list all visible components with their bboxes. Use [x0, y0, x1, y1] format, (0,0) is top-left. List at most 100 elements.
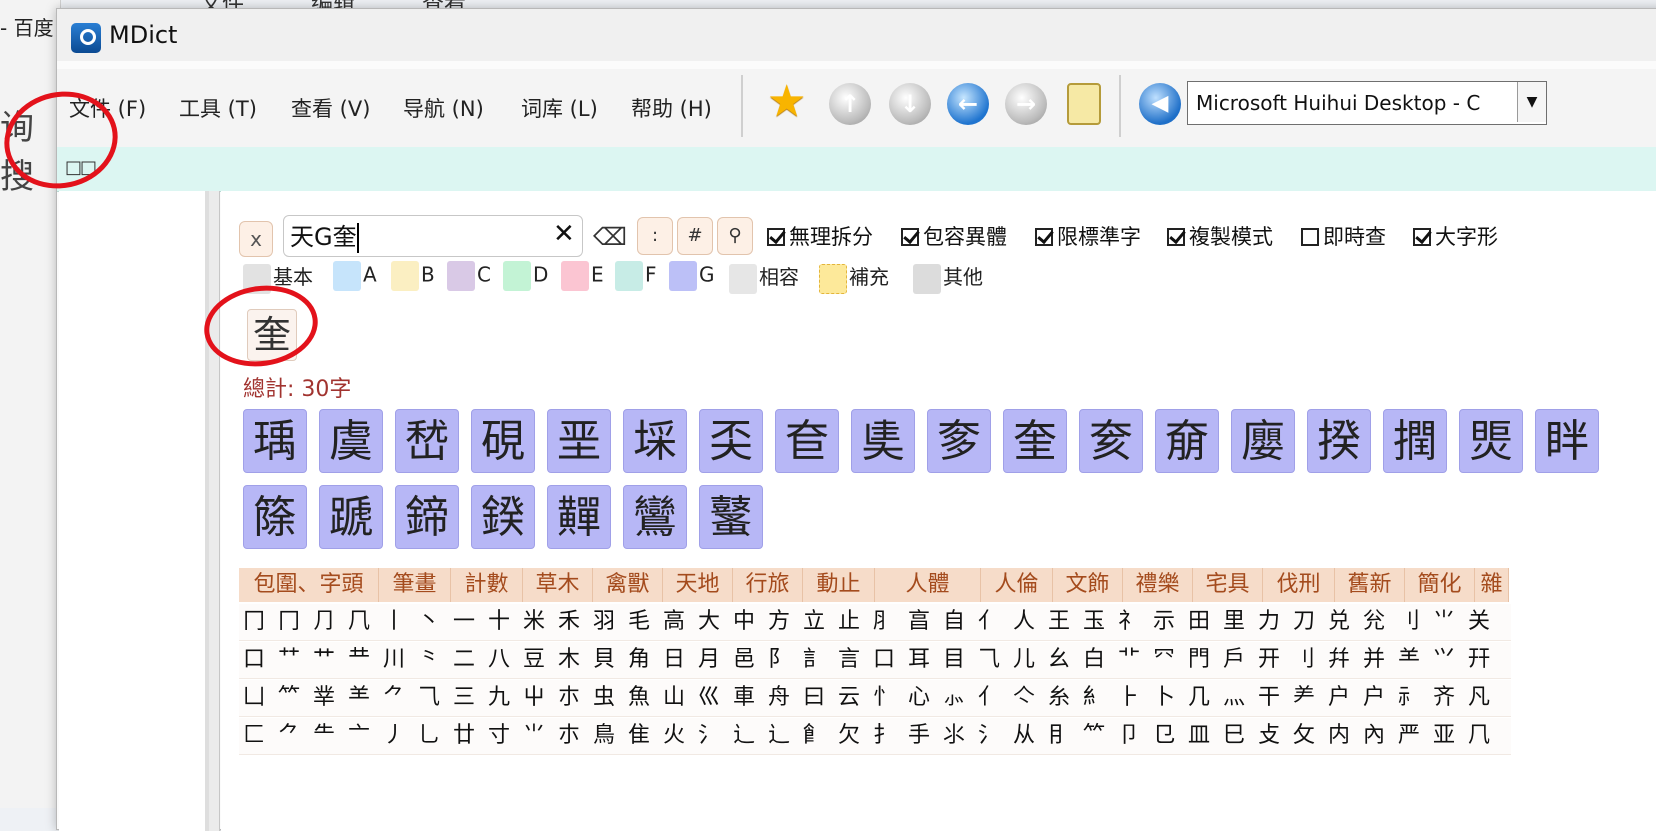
result-char-tile[interactable]: 奊	[851, 409, 915, 473]
checkbox-icon[interactable]	[1035, 228, 1053, 246]
radical-category-tab[interactable]: 人體	[875, 568, 981, 602]
radical-row[interactable]: 口⺿艹龷川⺀二八豆木貝角日月邑阝訁言口耳目⺄儿幺白⻀⺳門戶开刂幷并⺷⺍幵	[243, 642, 1503, 678]
result-char-tile[interactable]: 奓	[927, 409, 991, 473]
result-char-tile[interactable]: 埰	[623, 409, 687, 473]
menu-tools[interactable]: 工具 (T)	[179, 93, 257, 123]
result-char-tile[interactable]: 奀	[699, 409, 763, 473]
panel-splitter[interactable]	[209, 191, 220, 831]
option-instant-search[interactable]: 即時查	[1301, 221, 1386, 251]
radical-category-tab[interactable]: 文飾	[1053, 568, 1123, 602]
result-char-tile[interactable]: 揆	[1307, 409, 1371, 473]
result-char-tile[interactable]: 奎	[1003, 409, 1067, 473]
title-bar[interactable]: MDict	[57, 9, 1656, 61]
address-bar[interactable]: □□	[57, 147, 1656, 192]
result-char-tile[interactable]: 廮	[1231, 409, 1295, 473]
radical-category-tab[interactable]: 草木	[523, 568, 593, 602]
radical-category-tab[interactable]: 動止	[803, 568, 875, 602]
backspace-icon[interactable]: ⌫	[593, 223, 627, 251]
checkbox-icon[interactable]	[767, 228, 785, 246]
radical-category-tab[interactable]: 宅具	[1193, 568, 1263, 602]
total-count: 總計: 30字	[243, 377, 352, 402]
search-query-text: 天G奎	[290, 223, 357, 251]
result-char-tile[interactable]: 奟	[1155, 409, 1219, 473]
clipboard-icon[interactable]	[1067, 83, 1101, 125]
legend-c: C	[447, 261, 491, 293]
speaker-icon[interactable]: ◀	[1139, 83, 1181, 125]
radical-category-tab[interactable]: 禮樂	[1123, 568, 1193, 602]
menu-library[interactable]: 词库 (L)	[521, 93, 598, 123]
checkbox-icon[interactable]	[1167, 228, 1185, 246]
result-char-tile[interactable]: 鍗	[395, 485, 459, 549]
result-char-tile[interactable]: 垩	[547, 409, 611, 473]
legend-label: E	[591, 262, 604, 287]
radical-category-tab[interactable]: 行旅	[733, 568, 803, 602]
radical-category-tab[interactable]: 雜	[1475, 568, 1509, 602]
hash-button[interactable]: #	[677, 217, 713, 255]
radical-row[interactable]: 冂冂⺆⺇丨丶一十米禾羽毛高大中方立止⺼亯自亻人王玉礻示田里力刀兑兊⺉⺌关	[243, 604, 1503, 640]
option-large-glyph[interactable]: 大字形	[1413, 221, 1498, 251]
result-char-tile[interactable]: 鍨	[471, 485, 535, 549]
checkbox-icon[interactable]	[1301, 228, 1319, 246]
menu-view[interactable]: 查看 (V)	[291, 93, 370, 123]
radical-category-tab[interactable]: 人倫	[981, 568, 1053, 602]
word-list-panel[interactable]	[59, 191, 209, 831]
checkbox-icon[interactable]	[901, 228, 919, 246]
radical-row[interactable]: 凵⺮丵⺷⺈⺄三九屮朩虫魚山巛車舟曰云⺖心⺗⺅亽糸糹⺊卜几⺣干⺶户户⺬齐凡	[243, 680, 1503, 716]
down-icon[interactable]: ↓	[889, 83, 931, 125]
menu-help[interactable]: 帮助 (H)	[631, 93, 712, 123]
radical-category-tab[interactable]: 禽獸	[593, 568, 663, 602]
result-char-tile[interactable]: 䵐	[547, 485, 611, 549]
legend-d: D	[503, 261, 548, 293]
clear-search-icon[interactable]: ✕	[553, 219, 575, 249]
back-icon[interactable]: ←	[947, 83, 989, 125]
search-icon[interactable]: ⚲	[717, 217, 753, 255]
menu-navigate[interactable]: 导航 (N)	[403, 93, 484, 123]
result-char-tile[interactable]: 奆	[775, 409, 839, 473]
option-include-variants[interactable]: 包容異體	[901, 221, 1007, 251]
star-icon[interactable]: ★	[767, 77, 806, 127]
forward-icon[interactable]: →	[1005, 83, 1047, 125]
legend-b: B	[391, 261, 435, 293]
radical-category-tab[interactable]: 包圍、字頭	[239, 568, 379, 602]
colon-button[interactable]: :	[637, 217, 673, 255]
option-label: 無理拆分	[789, 225, 873, 249]
legend-label: 相容	[759, 265, 799, 289]
result-char-tile[interactable]: 眫	[1535, 409, 1599, 473]
radical-category-tab[interactable]: 天地	[663, 568, 733, 602]
close-query-button[interactable]: x	[239, 221, 273, 257]
checkbox-icon[interactable]	[1413, 228, 1431, 246]
legend-swatch	[447, 261, 475, 291]
result-char-tile[interactable]: 硯	[471, 409, 535, 473]
option-label: 包容異體	[923, 225, 1007, 249]
result-char-tile[interactable]: 虞	[319, 409, 383, 473]
radical-category-tab[interactable]: 簡化	[1405, 568, 1475, 602]
option-copy-mode[interactable]: 複製模式	[1167, 221, 1273, 251]
result-char-tile[interactable]: 煚	[1459, 409, 1523, 473]
legend-swatch	[503, 261, 531, 291]
result-char-tile[interactable]: 瑀	[243, 409, 307, 473]
result-char-tile[interactable]: 鸞	[623, 485, 687, 549]
legend-label: G	[699, 262, 715, 287]
text-caret	[356, 223, 359, 253]
content-area: x 天G奎 ✕ ⌫ : # ⚲ 無理拆分 包容異體 限標準字 複製模式 即時查 …	[221, 191, 1656, 831]
result-char-tile[interactable]: 鼜	[699, 485, 763, 549]
result-char-tile[interactable]: 篨	[243, 485, 307, 549]
result-char-tile[interactable]: 嵆	[395, 409, 459, 473]
search-input[interactable]: 天G奎	[283, 215, 583, 257]
option-no-reason-split[interactable]: 無理拆分	[767, 221, 873, 251]
legend-supplement: 補充	[819, 261, 889, 294]
mdict-logo-icon	[71, 23, 101, 53]
option-standard-only[interactable]: 限標準字	[1035, 221, 1141, 251]
result-char-tile[interactable]: 蹏	[319, 485, 383, 549]
chevron-down-icon[interactable]: ▼	[1517, 82, 1546, 122]
legend-swatch	[669, 261, 697, 291]
result-char-tile[interactable]: 奒	[1079, 409, 1143, 473]
result-char-tile[interactable]: 撋	[1383, 409, 1447, 473]
dictionary-select[interactable]: Microsoft Huihui Desktop - C ▼	[1187, 81, 1547, 125]
radical-category-tab[interactable]: 計數	[451, 568, 523, 602]
radical-category-tab[interactable]: 伐刑	[1263, 568, 1335, 602]
radical-row[interactable]: 匚⺈⺧亠丿乚廿寸⺌朩鳥隹火⺡⻌辶⻞欠⺘手⺢⺡从⺝⺮卩㔾皿⺒攴攵内內严亚⺇	[243, 718, 1503, 754]
radical-category-tab[interactable]: 筆畫	[379, 568, 451, 602]
up-icon[interactable]: ↑	[829, 83, 871, 125]
radical-category-tab[interactable]: 舊新	[1335, 568, 1405, 602]
